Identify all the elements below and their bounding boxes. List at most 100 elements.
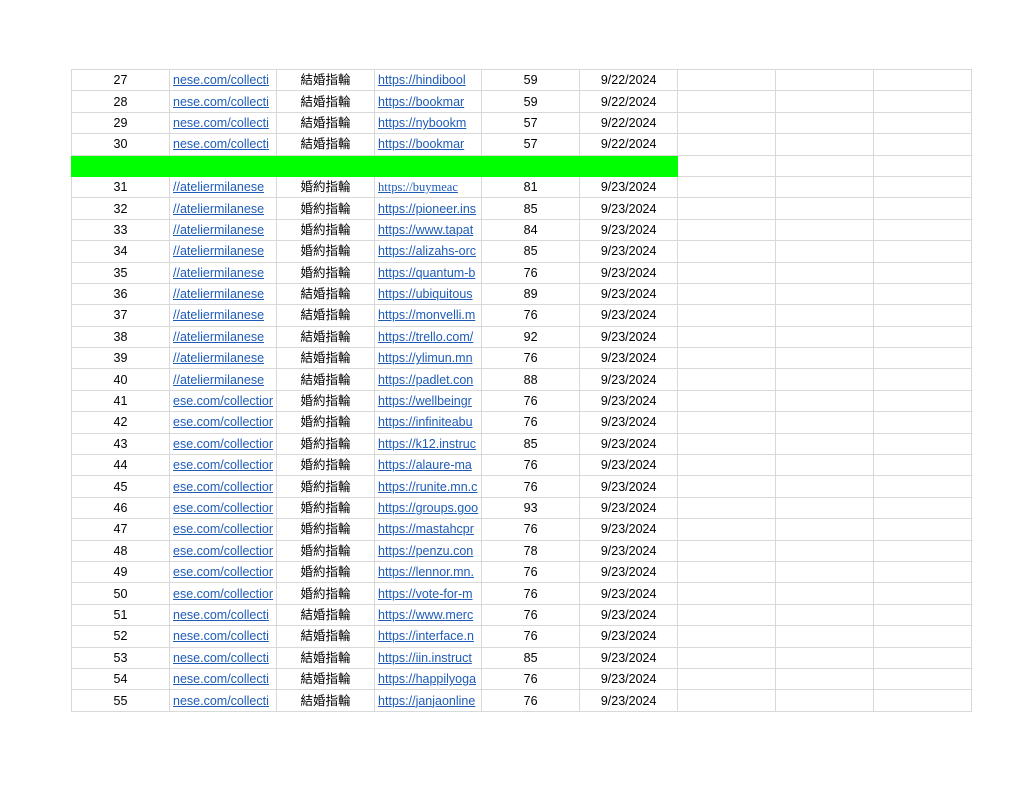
link-cell[interactable]: nese.com/collecti	[168, 68, 278, 92]
empty-cell[interactable]	[873, 325, 973, 349]
row-number-cell[interactable]: 53	[71, 646, 170, 669]
empty-cell[interactable]	[677, 603, 777, 627]
date-cell[interactable]: 9/23/2024	[579, 197, 679, 220]
empty-cell[interactable]	[677, 496, 777, 520]
empty-cell[interactable]	[775, 90, 875, 113]
date-cell[interactable]: 9/23/2024	[579, 582, 679, 605]
keyword-cell[interactable]: 婚約指輪	[276, 432, 376, 456]
url-cell[interactable]: https://happilyoga	[374, 667, 483, 691]
date-cell[interactable]: 9/23/2024	[579, 518, 679, 541]
link-cell[interactable]: ese.com/collectior	[168, 411, 278, 434]
score-cell[interactable]: 88	[481, 368, 581, 391]
url-cell[interactable]: https://interface.n	[374, 625, 483, 648]
keyword-cell[interactable]: 結婚指輪	[276, 68, 376, 92]
empty-cell[interactable]	[775, 411, 875, 434]
empty-cell[interactable]	[873, 411, 973, 434]
empty-cell[interactable]	[873, 603, 973, 627]
row-number-cell[interactable]: 34	[71, 240, 170, 263]
empty-cell[interactable]	[873, 689, 973, 712]
link-cell[interactable]: ese.com/collectior	[168, 582, 278, 605]
row-number-cell[interactable]: 48	[71, 539, 170, 562]
link-cell[interactable]: nese.com/collecti	[168, 90, 278, 113]
row-number-cell[interactable]: 52	[71, 625, 170, 648]
score-cell[interactable]: 89	[481, 282, 581, 306]
empty-cell[interactable]	[775, 603, 875, 627]
score-cell[interactable]: 76	[481, 603, 581, 627]
score-cell[interactable]: 93	[481, 496, 581, 520]
url-cell[interactable]: https://k12.instruc	[374, 432, 483, 456]
empty-cell[interactable]	[677, 475, 777, 498]
highlighted-cell[interactable]	[71, 154, 170, 177]
url-cell[interactable]: https://alaure-ma	[374, 454, 483, 477]
link-cell[interactable]: //ateliermilanese	[168, 240, 278, 263]
keyword-cell[interactable]: 婚約指輪	[276, 454, 376, 477]
date-cell[interactable]: 9/23/2024	[579, 603, 679, 627]
url-cell[interactable]: https://penzu.con	[374, 539, 483, 562]
score-cell[interactable]: 76	[481, 560, 581, 584]
link-cell[interactable]: //ateliermilanese	[168, 347, 278, 370]
date-cell[interactable]: 9/23/2024	[579, 475, 679, 498]
keyword-cell[interactable]: 婚約指輪	[276, 582, 376, 605]
highlighted-cell[interactable]	[374, 154, 483, 177]
empty-cell[interactable]	[873, 496, 973, 520]
row-number-cell[interactable]: 44	[71, 454, 170, 477]
score-cell[interactable]: 76	[481, 261, 581, 284]
score-cell[interactable]: 85	[481, 240, 581, 263]
link-cell[interactable]: //ateliermilanese	[168, 218, 278, 242]
date-cell[interactable]: 9/23/2024	[579, 282, 679, 306]
empty-cell[interactable]	[775, 454, 875, 477]
row-number-cell[interactable]: 29	[71, 111, 170, 135]
row-number-cell[interactable]: 55	[71, 689, 170, 712]
empty-cell[interactable]	[677, 282, 777, 306]
url-cell[interactable]: https://ubiquitous	[374, 282, 483, 306]
url-cell[interactable]: https://runite.mn.c	[374, 475, 483, 498]
keyword-cell[interactable]: 婚約指輪	[276, 518, 376, 541]
empty-cell[interactable]	[775, 111, 875, 135]
empty-cell[interactable]	[677, 218, 777, 242]
link-cell[interactable]: ese.com/collectior	[168, 432, 278, 456]
date-cell[interactable]: 9/22/2024	[579, 68, 679, 92]
date-cell[interactable]: 9/23/2024	[579, 539, 679, 562]
link-cell[interactable]: ese.com/collectior	[168, 560, 278, 584]
empty-cell[interactable]	[677, 197, 777, 220]
empty-cell[interactable]	[677, 432, 777, 456]
empty-cell[interactable]	[775, 496, 875, 520]
empty-cell[interactable]	[775, 282, 875, 306]
date-cell[interactable]: 9/22/2024	[579, 90, 679, 113]
url-cell[interactable]: https://wellbeingr	[374, 389, 483, 413]
empty-cell[interactable]	[677, 582, 777, 605]
empty-cell[interactable]	[775, 582, 875, 605]
keyword-cell[interactable]: 結婚指輪	[276, 111, 376, 135]
row-number-cell[interactable]: 39	[71, 347, 170, 370]
empty-cell[interactable]	[873, 625, 973, 648]
keyword-cell[interactable]: 結婚指輪	[276, 304, 376, 327]
score-cell[interactable]: 85	[481, 197, 581, 220]
empty-cell[interactable]	[873, 347, 973, 370]
score-cell[interactable]: 76	[481, 689, 581, 712]
empty-cell[interactable]	[775, 625, 875, 648]
empty-cell[interactable]	[775, 539, 875, 562]
score-cell[interactable]: 78	[481, 539, 581, 562]
score-cell[interactable]: 76	[481, 475, 581, 498]
empty-cell[interactable]	[677, 261, 777, 284]
empty-cell[interactable]	[873, 582, 973, 605]
date-cell[interactable]: 9/23/2024	[579, 496, 679, 520]
url-cell[interactable]: https://ylimun.mn	[374, 347, 483, 370]
row-number-cell[interactable]: 41	[71, 389, 170, 413]
link-cell[interactable]: nese.com/collecti	[168, 603, 278, 627]
link-cell[interactable]: nese.com/collecti	[168, 667, 278, 691]
empty-cell[interactable]	[873, 454, 973, 477]
empty-cell[interactable]	[775, 518, 875, 541]
row-number-cell[interactable]: 30	[71, 133, 170, 156]
score-cell[interactable]: 76	[481, 389, 581, 413]
date-cell[interactable]: 9/23/2024	[579, 432, 679, 456]
url-cell[interactable]: https://www.merc	[374, 603, 483, 627]
highlighted-cell[interactable]	[481, 154, 581, 177]
empty-cell[interactable]	[677, 667, 777, 691]
highlighted-cell[interactable]	[168, 154, 278, 177]
empty-cell[interactable]	[873, 197, 973, 220]
date-cell[interactable]: 9/23/2024	[579, 411, 679, 434]
row-number-cell[interactable]: 47	[71, 518, 170, 541]
url-cell[interactable]: https://padlet.con	[374, 368, 483, 391]
empty-cell[interactable]	[873, 111, 973, 135]
